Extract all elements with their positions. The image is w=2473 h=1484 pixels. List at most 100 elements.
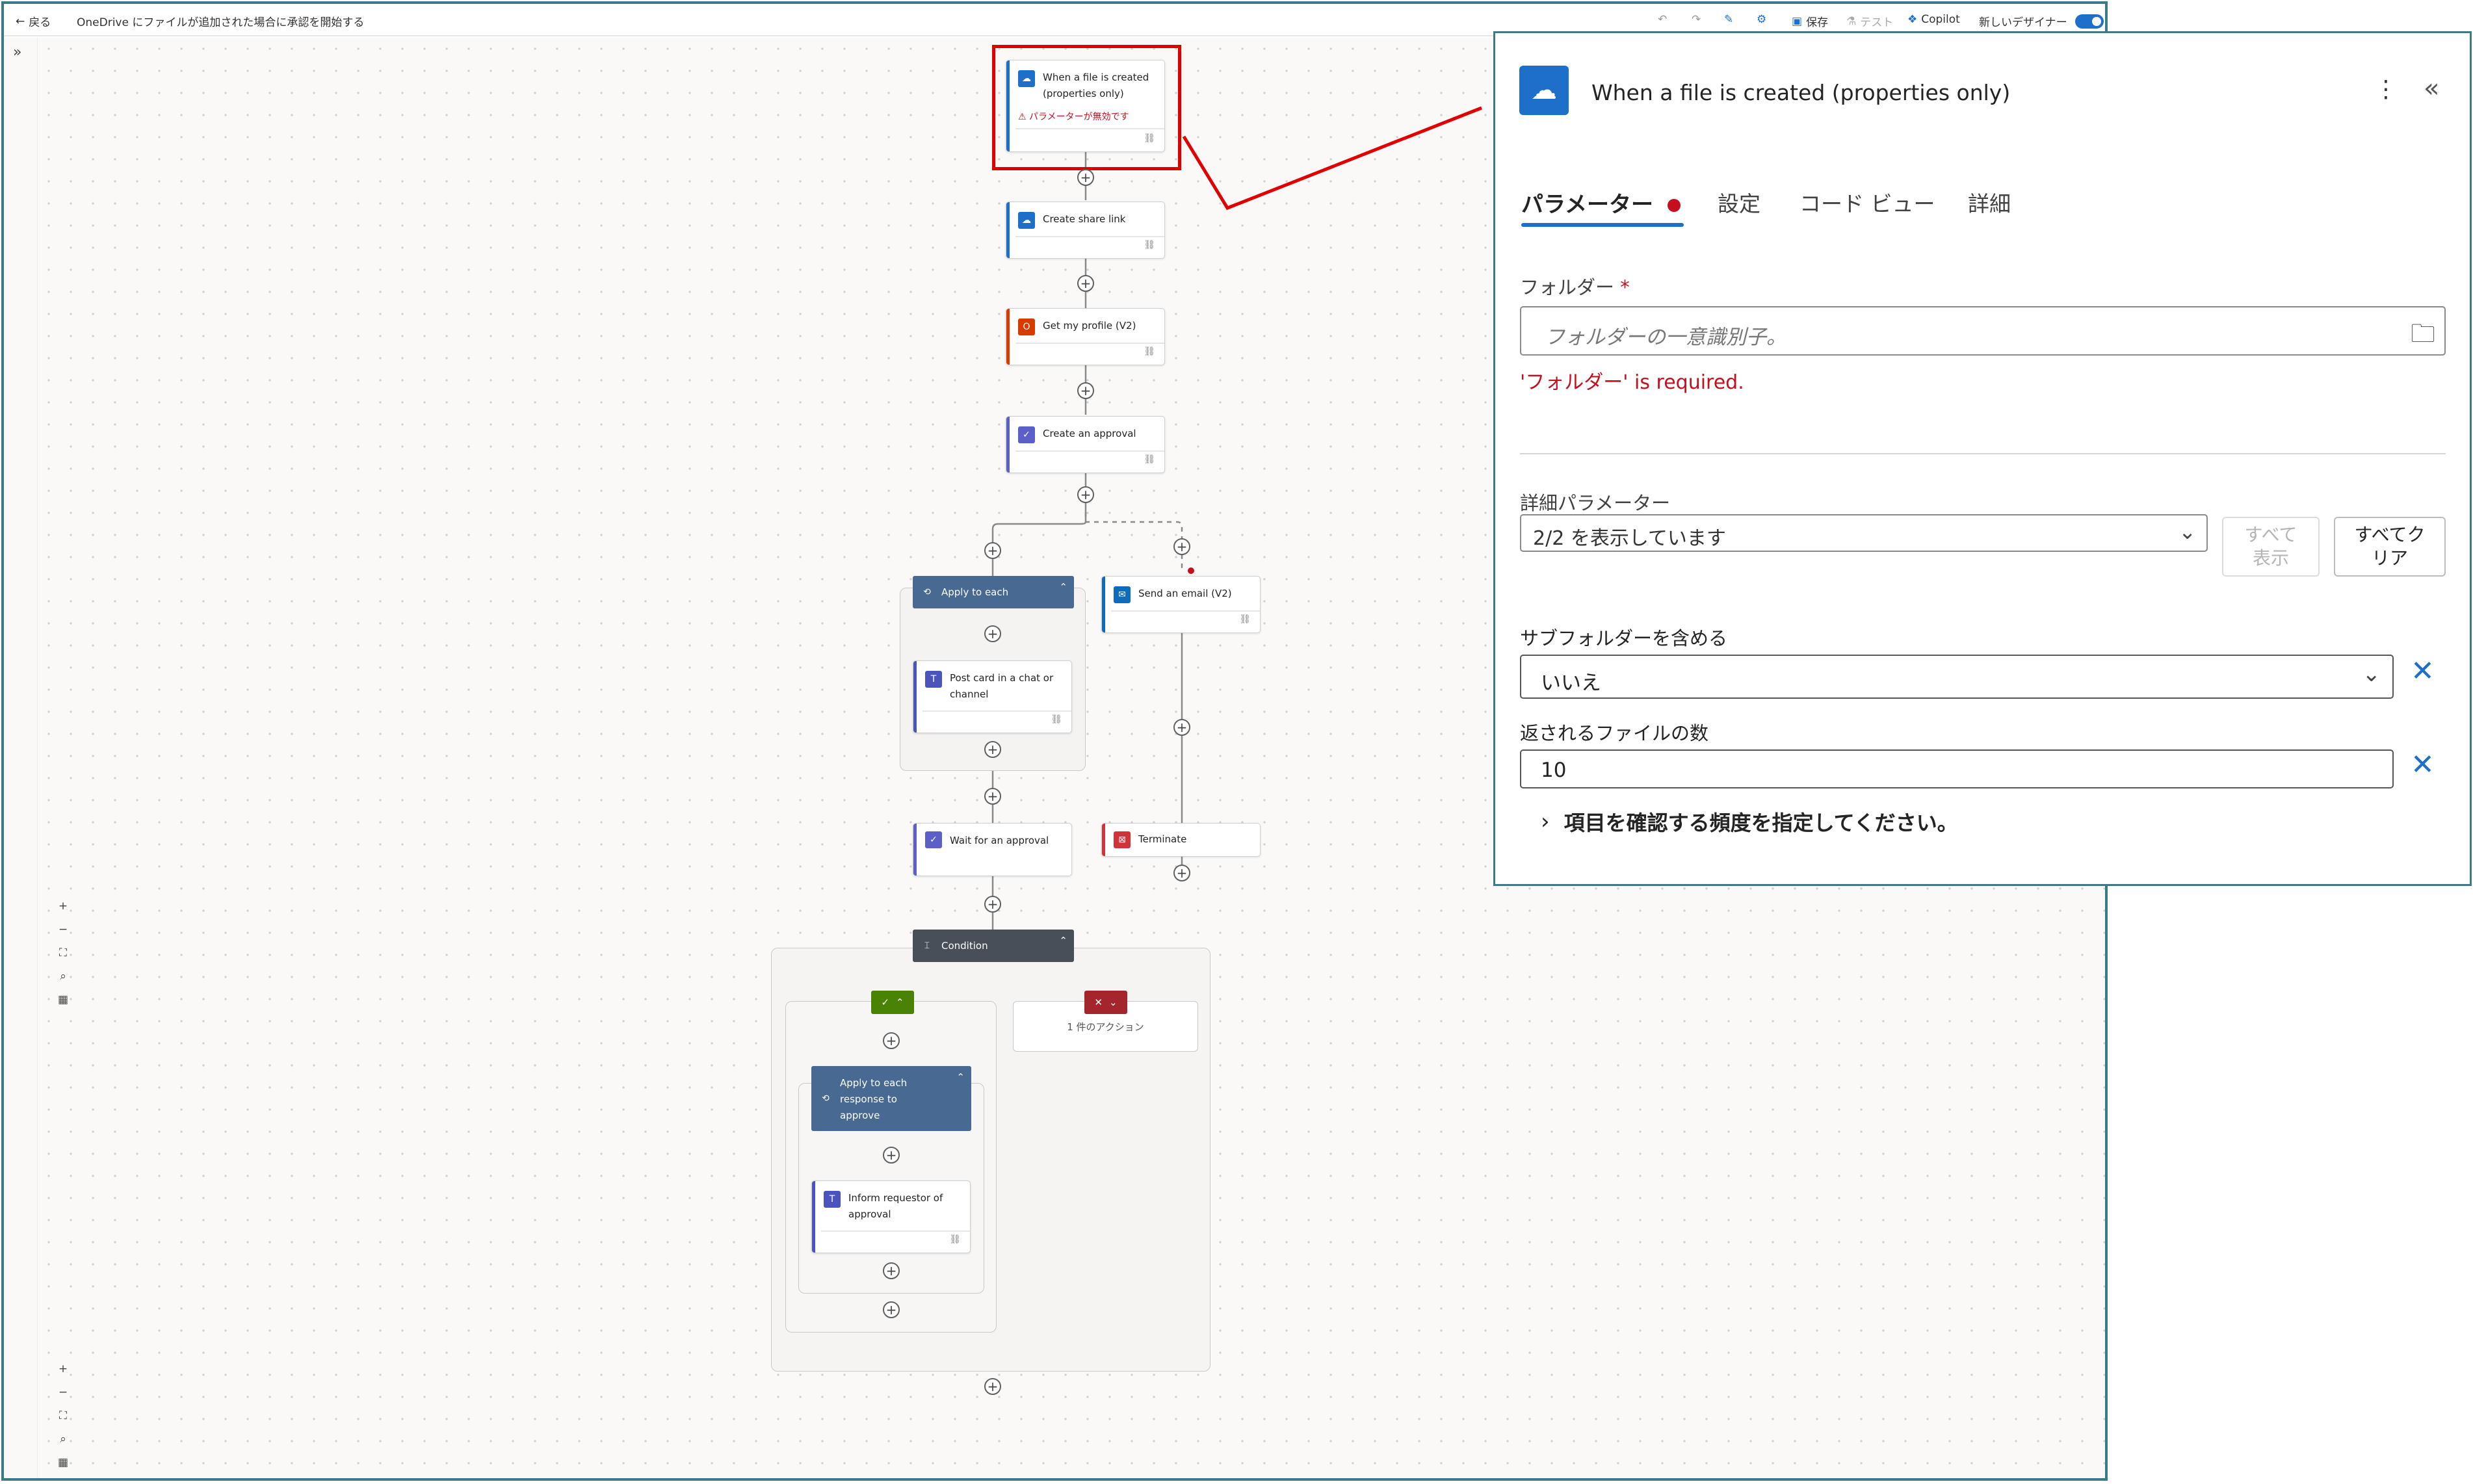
zoom-out-icon[interactable]: − — [55, 1381, 72, 1404]
folder-input[interactable]: フォルダーの一意識別子。 🗀 — [1520, 306, 2446, 356]
collapse-chevron-icon[interactable]: ⌃ — [1059, 581, 1067, 593]
add-step-button[interactable]: + — [1173, 719, 1190, 736]
onedrive-icon: ☁ — [1018, 212, 1035, 229]
collapse-chevron-icon[interactable]: ⌃ — [956, 1071, 965, 1083]
onedrive-icon: ☁ — [1519, 66, 1569, 115]
search-icon[interactable]: ⌕ — [55, 965, 72, 988]
include-subfolders-label: サブフォルダーを含める — [1520, 627, 1728, 649]
toggle-switch[interactable] — [2074, 14, 2104, 29]
loop-icon: ⟲ — [923, 587, 931, 597]
add-step-button[interactable]: + — [1077, 382, 1094, 399]
test-button[interactable]: ⚗ テスト — [1846, 13, 1893, 30]
condition-header[interactable]: ⌶ Condition ⌃ — [913, 930, 1074, 962]
loop-icon: ⟲ — [822, 1093, 830, 1104]
add-step-button[interactable]: + — [984, 896, 1001, 913]
approvals-icon: ✓ — [1018, 426, 1035, 443]
add-step-button[interactable]: + — [883, 1262, 900, 1279]
save-button[interactable]: ▣ 保存 — [1792, 13, 1828, 30]
include-subfolders-dropdown[interactable]: いいえ ⌄ — [1520, 655, 2394, 699]
file-count-label: 返されるファイルの数 — [1520, 722, 1709, 744]
more-options-icon[interactable]: ⋮ — [2374, 76, 2398, 103]
flow-checker-icon[interactable]: ✎ — [1724, 13, 1733, 26]
file-count-input[interactable]: 10 — [1520, 749, 2394, 788]
folder-label: フォルダー * — [1520, 276, 1630, 298]
add-step-button[interactable]: + — [984, 542, 1001, 559]
zoom-in-icon[interactable]: + — [55, 1357, 72, 1381]
show-all-button[interactable]: すべて表示 — [2222, 517, 2320, 577]
properties-panel: ☁ When a file is created (properties onl… — [1493, 31, 2472, 886]
tab-code-view[interactable]: コード ビュー — [1799, 187, 1935, 218]
folder-error-message: 'フォルダー' is required. — [1520, 371, 1744, 394]
tab-settings[interactable]: 設定 — [1718, 187, 1760, 218]
add-step-button[interactable]: + — [984, 741, 1001, 758]
terminate-card[interactable]: ⊠ Terminate — [1101, 823, 1261, 857]
chevron-down-icon: ⌄ — [2179, 519, 2196, 544]
minimap-icon[interactable]: ▦ — [55, 1451, 72, 1474]
advanced-parameters-dropdown[interactable]: 2/2 を表示しています ⌄ — [1520, 514, 2208, 552]
teams-icon: T — [925, 671, 942, 688]
create-share-link-card[interactable]: ☁ Create share link ⛓ — [1006, 202, 1165, 259]
copilot-button[interactable]: ❖ Copilot — [1907, 13, 1960, 26]
add-step-button[interactable]: + — [984, 788, 1001, 805]
teams-icon: T — [824, 1191, 841, 1208]
apply-to-each-header[interactable]: ⟲ Apply to each ⌃ — [913, 576, 1074, 608]
fit-view-icon[interactable]: ⛶ — [55, 1404, 72, 1427]
add-step-button[interactable]: + — [1077, 486, 1094, 503]
parameters-icon[interactable]: ⚙ — [1757, 13, 1766, 26]
zoom-in-icon[interactable]: + — [55, 894, 72, 918]
add-step-button[interactable]: + — [883, 1147, 900, 1164]
post-card-card[interactable]: T Post card in a chat or channel ⛓ — [913, 660, 1072, 733]
folder-picker-icon[interactable]: 🗀 — [2411, 315, 2435, 358]
divider — [1520, 453, 2446, 454]
clear-all-button[interactable]: すべてクリア — [2334, 517, 2446, 577]
left-rail: » — [4, 38, 38, 1478]
add-parallel-step-button[interactable]: + — [1173, 538, 1190, 555]
wait-approval-card[interactable]: ✓ Wait for an approval — [913, 823, 1072, 876]
collapse-chevron-icon[interactable]: ⌃ — [896, 996, 904, 1008]
link-icon: ⛓ — [949, 1234, 961, 1245]
false-branch-header[interactable]: ✕ ⌄ — [1084, 991, 1127, 1014]
zoom-out-icon[interactable]: − — [55, 918, 72, 941]
approvals-icon: ✓ — [925, 831, 942, 848]
fit-view-icon[interactable]: ⛶ — [55, 941, 72, 965]
get-my-profile-card[interactable]: O Get my profile (V2) ⛓ — [1006, 308, 1165, 365]
copilot-icon: ❖ — [1907, 13, 1918, 26]
advanced-parameters-label: 詳細パラメーター — [1520, 492, 1671, 514]
terminate-icon: ⊠ — [1114, 831, 1131, 848]
expand-chevron-icon[interactable]: ⌄ — [1109, 996, 1118, 1008]
apply-to-each-response-header[interactable]: ⟲ Apply to each response to approve ⌃ — [811, 1066, 971, 1131]
collapse-panel-icon[interactable]: « — [2424, 73, 2439, 103]
collapse-chevron-icon[interactable]: ⌃ — [1059, 935, 1067, 946]
back-button[interactable]: ← 戻る — [16, 13, 51, 30]
tab-parameters[interactable]: パラメーター — [1521, 187, 1681, 218]
link-icon: ⛓ — [1144, 346, 1155, 357]
search-icon[interactable]: ⌕ — [55, 1427, 72, 1451]
link-icon: ⛓ — [1051, 714, 1062, 725]
chevron-down-icon: ⌄ — [2362, 661, 2381, 687]
remove-subfolders-parameter-icon[interactable]: ✕ — [2411, 655, 2435, 688]
add-step-button[interactable]: + — [1173, 865, 1190, 881]
add-step-button[interactable]: + — [883, 1301, 900, 1318]
save-icon: ▣ — [1792, 14, 1803, 28]
expand-chevron-icon[interactable]: » — [13, 44, 21, 60]
add-step-button[interactable]: + — [984, 1378, 1001, 1395]
undo-icon[interactable]: ↶ — [1658, 13, 1667, 26]
add-step-button[interactable]: + — [1077, 169, 1094, 186]
add-step-button[interactable]: + — [984, 625, 1001, 642]
tab-details[interactable]: 詳細 — [1968, 187, 2011, 218]
true-branch-header[interactable]: ✓ ⌃ — [871, 991, 914, 1014]
frequency-expander[interactable]: › 項目を確認する頻度を指定してください。 — [1541, 807, 1958, 837]
panel-title: When a file is created (properties only) — [1591, 80, 2011, 105]
annotation-highlight-box — [992, 45, 1181, 170]
redo-icon[interactable]: ↷ — [1692, 13, 1701, 26]
add-step-button[interactable]: + — [1077, 275, 1094, 292]
remove-file-count-parameter-icon[interactable]: ✕ — [2411, 748, 2435, 781]
send-email-card[interactable]: ✉ Send an email (V2) ⛓ — [1101, 576, 1261, 633]
back-arrow-icon: ← — [16, 14, 25, 28]
create-approval-card[interactable]: ✓ Create an approval ⛓ — [1006, 416, 1165, 473]
add-step-button[interactable]: + — [883, 1032, 900, 1049]
minimap-icon[interactable]: ▦ — [55, 988, 72, 1011]
new-designer-toggle[interactable]: 新しいデザイナー — [1979, 13, 2104, 29]
flow-title: OneDrive にファイルが追加された場合に承認を開始する — [77, 16, 365, 29]
inform-requestor-card[interactable]: T Inform requestor of approval ⛓ — [811, 1180, 971, 1253]
